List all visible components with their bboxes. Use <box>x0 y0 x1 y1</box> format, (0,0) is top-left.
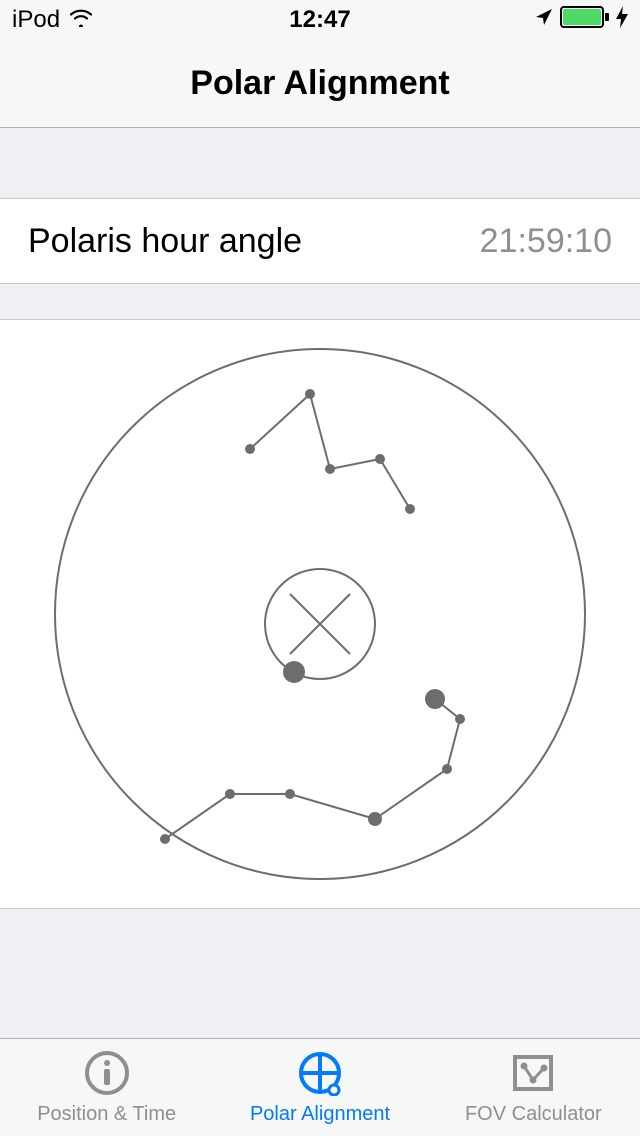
charging-icon <box>616 6 628 35</box>
polar-scope-graphic <box>40 334 600 894</box>
reticle-icon <box>297 1050 343 1101</box>
tab-fov-calculator[interactable]: FOV Calculator <box>427 1039 640 1136</box>
tab-position-time[interactable]: Position & Time <box>0 1039 213 1136</box>
tab-label: Position & Time <box>37 1103 176 1126</box>
tab-label: FOV Calculator <box>465 1103 602 1126</box>
tab-polar-alignment[interactable]: Polar Alignment <box>213 1039 426 1136</box>
location-icon <box>534 6 554 34</box>
tab-bar: Position & Time Polar Alignment FOV Calc… <box>0 1038 640 1136</box>
spacer <box>0 284 640 319</box>
hour-angle-row: Polaris hour angle 21:59:10 <box>0 198 640 284</box>
status-right <box>534 6 628 35</box>
status-time: 12:47 <box>289 6 350 34</box>
fov-icon <box>510 1050 556 1101</box>
hour-angle-value: 21:59:10 <box>480 222 612 261</box>
tab-label: Polar Alignment <box>250 1103 390 1126</box>
hour-angle-label: Polaris hour angle <box>28 222 480 261</box>
device-label: iPod <box>12 6 60 34</box>
status-left: iPod <box>12 6 94 34</box>
page-title: Polar Alignment <box>190 64 449 103</box>
polar-scope-panel <box>0 319 640 909</box>
status-bar: iPod 12:47 <box>0 0 640 40</box>
info-icon <box>84 1050 130 1101</box>
battery-icon <box>560 6 610 35</box>
wifi-icon <box>68 6 94 34</box>
spacer <box>0 128 640 198</box>
nav-bar: Polar Alignment <box>0 40 640 128</box>
